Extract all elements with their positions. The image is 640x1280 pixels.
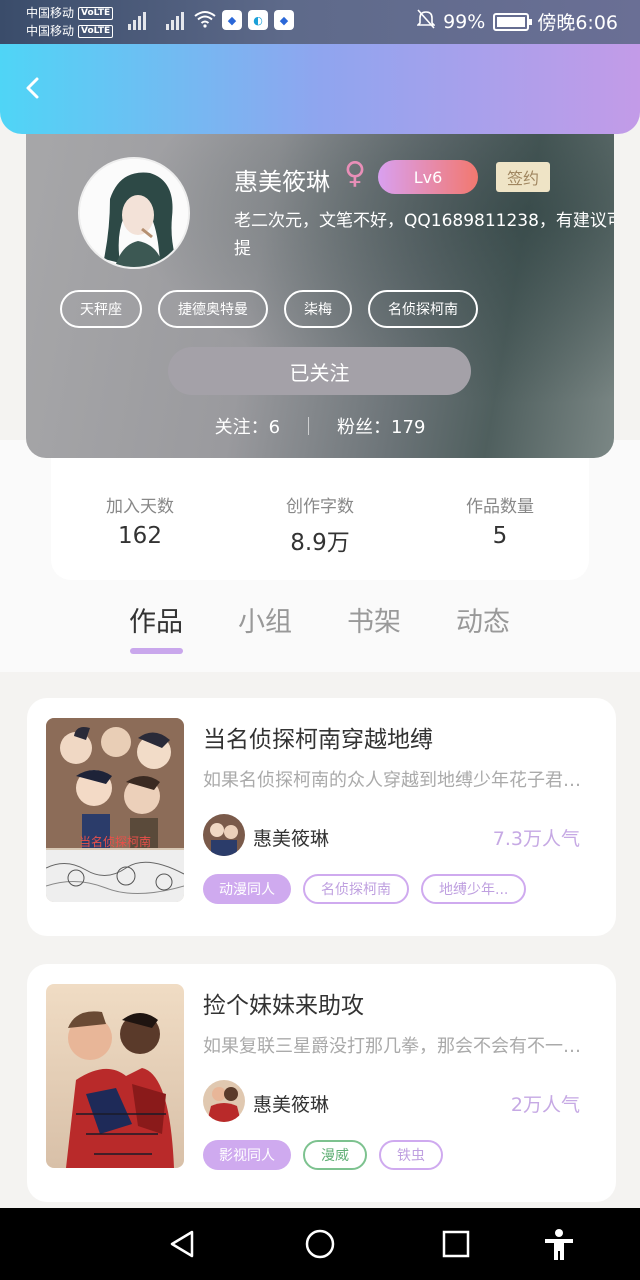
work-title[interactable]: 捡个妹妹来助攻 [203, 986, 364, 1020]
author-name[interactable]: 惠美筱琳 [253, 1090, 329, 1117]
tab-bookshelf[interactable]: 书架 [347, 600, 401, 639]
stat-label: 作品数量 [466, 497, 534, 517]
carrier-1: 中国移动 [26, 6, 75, 20]
home-circle-icon[interactable] [304, 1228, 336, 1260]
profile-tag[interactable]: 捷德奥特曼 [158, 290, 268, 328]
stat-value: 8.9万 [290, 530, 350, 556]
stat-words: 创作字数 8.9万 [240, 492, 400, 557]
level-badge: Lv6 [378, 160, 478, 194]
work-title[interactable]: 当名侦探柯南穿越地缚 [203, 720, 433, 754]
work-cover[interactable]: 当名侦探柯南 [46, 718, 184, 902]
volte-badge: VoLTE [78, 24, 114, 38]
signal-icon [128, 12, 146, 30]
baidu-icon: ◆ [274, 10, 294, 30]
user-bio-line2: 提 [234, 239, 251, 259]
tab-indicator [130, 648, 183, 654]
cover-title: 当名侦探柯南 [79, 834, 151, 849]
carrier-2: 中国移动 [26, 24, 75, 38]
work-card[interactable]: 捡个妹妹来助攻 如果复联三星爵没打那几拳，那会不会有不一样的结局 惠美筱琳 2万… [27, 964, 616, 1202]
work-tag[interactable]: 漫威 [303, 1140, 367, 1170]
recents-square-icon[interactable] [440, 1228, 472, 1260]
stat-works: 作品数量 5 [420, 492, 580, 549]
stat-days: 加入天数 162 [60, 492, 220, 549]
user-bio: 老二次元，文笔不好，QQ1689811238，有建议可以提 [234, 211, 614, 231]
profile-tag[interactable]: 天秤座 [60, 290, 142, 328]
work-card[interactable]: 当名侦探柯南 当名侦探柯南穿越地缚 如果名侦探柯南的众人穿越到地缚少年花子君的世… [27, 698, 616, 936]
app-icon: ◐ [248, 10, 268, 30]
work-description: 如果复联三星爵没打那几拳，那会不会有不一样的结局 [203, 1036, 593, 1057]
follow-button[interactable]: 已关注 [168, 347, 471, 395]
status-right: 99% 傍晚6:06 [416, 8, 618, 35]
author-avatar[interactable] [203, 1080, 245, 1122]
notification-icons: ◆ ◐ ◆ [222, 10, 294, 30]
battery-icon [493, 12, 533, 31]
profile-tags: 天秤座 捷德奥特曼 柒梅 名侦探柯南 [60, 290, 478, 328]
tab-activity[interactable]: 动态 [456, 600, 510, 639]
work-tags: 影视同人 漫威 铁虫 [203, 1140, 443, 1170]
work-tag[interactable]: 地缚少年... [421, 874, 527, 904]
category-tag[interactable]: 影视同人 [203, 1140, 291, 1170]
stat-label: 加入天数 [106, 497, 174, 517]
category-tag[interactable]: 动漫同人 [203, 874, 291, 904]
following-count[interactable]: 关注：6 [215, 413, 280, 439]
clock: 傍晚6:06 [537, 12, 618, 34]
tab-groups[interactable]: 小组 [238, 600, 292, 639]
stat-value: 5 [492, 523, 508, 549]
accessibility-icon[interactable] [542, 1228, 574, 1260]
header-bar [0, 44, 640, 134]
tab-bar: 作品 小组 书架 动态 [0, 600, 640, 660]
female-icon: ♀ [344, 156, 366, 191]
baidu-icon: ◆ [222, 10, 242, 30]
back-triangle-icon[interactable] [166, 1228, 198, 1260]
work-cover[interactable] [46, 984, 184, 1168]
profile-tag[interactable]: 名侦探柯南 [368, 290, 478, 328]
signal-icon [166, 12, 184, 30]
fans-count[interactable]: 粉丝：179 [337, 413, 425, 439]
battery-percent: 99% [443, 10, 486, 33]
stat-value: 162 [118, 523, 162, 549]
stats-card: 加入天数 162 创作字数 8.9万 作品数量 5 [51, 440, 589, 580]
wifi-icon [194, 10, 216, 33]
popularity: 7.3万人气 [492, 828, 580, 850]
follow-stats: 关注：6 粉丝：179 [26, 413, 614, 439]
popularity: 2万人气 [510, 1094, 580, 1116]
mute-icon [416, 9, 437, 34]
chevron-left-icon [26, 77, 39, 99]
profile-card: 惠美筱琳 ♀ Lv6 签约 老二次元，文笔不好，QQ1689811238，有建议… [26, 110, 614, 458]
system-nav-bar [0, 1208, 640, 1280]
work-tag[interactable]: 名侦探柯南 [303, 874, 409, 904]
profile-tag[interactable]: 柒梅 [284, 290, 352, 328]
carrier-info: 中国移动 VoLTE 中国移动 VoLTE [26, 4, 114, 40]
work-tags: 动漫同人 名侦探柯南 地缚少年... [203, 874, 527, 904]
back-button[interactable] [22, 76, 46, 100]
sign-badge: 签约 [496, 162, 550, 192]
tab-works[interactable]: 作品 [129, 600, 183, 639]
author-name[interactable]: 惠美筱琳 [253, 824, 329, 851]
user-name: 惠美筱琳 [234, 168, 330, 196]
status-bar: 中国移动 VoLTE 中国移动 VoLTE ◆ ◐ ◆ 99% 傍晚6:06 [0, 0, 640, 44]
stat-label: 创作字数 [286, 497, 354, 517]
avatar[interactable] [78, 157, 190, 269]
divider [308, 417, 310, 435]
volte-badge: VoLTE [78, 6, 114, 20]
author-avatar[interactable] [203, 814, 245, 856]
work-tag[interactable]: 铁虫 [379, 1140, 443, 1170]
work-description: 如果名侦探柯南的众人穿越到地缚少年花子君的世界 [203, 770, 593, 791]
